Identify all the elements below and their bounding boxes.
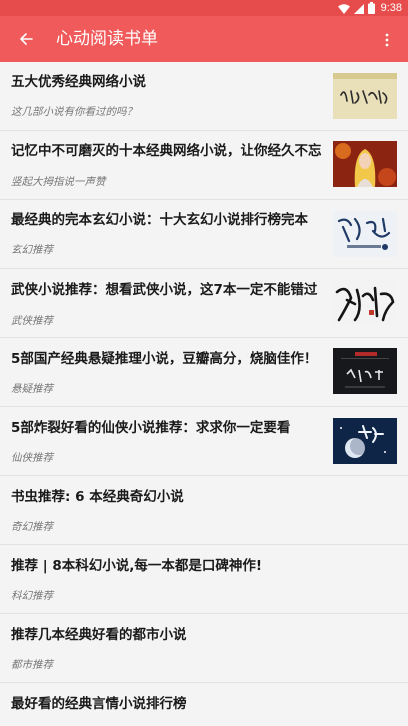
list-item[interactable]: 书虫推荐: 6 本经典奇幻小说 奇幻推荐 xyxy=(0,476,408,545)
list-item[interactable]: 五大优秀经典网络小说 这几部小说有你看过的吗？ xyxy=(0,62,408,131)
list-item[interactable]: 最好看的经典言情小说排行榜 xyxy=(0,683,408,726)
xianxia-moon-cover-image xyxy=(333,418,397,464)
more-options-button[interactable] xyxy=(382,29,392,51)
list-item-title: 最好看的经典言情小说排行榜 xyxy=(11,696,187,712)
list-item-subtitle: 竖起大拇指说一声赞 xyxy=(11,176,106,188)
status-bar: 9:38 xyxy=(0,0,408,16)
battery-icon xyxy=(367,0,375,18)
list-item[interactable]: 5部国产经典悬疑推理小说，豆瓣高分，烧脑佳作！ 悬疑推荐 xyxy=(0,338,408,407)
list-item[interactable]: 推荐几本经典好看的都市小说 都市推荐 xyxy=(0,614,408,683)
list-item-title: 记忆中不可磨灭的十本经典网络小说，让你经久不忘 xyxy=(11,143,322,159)
dark-mystery-cover-image xyxy=(333,348,397,394)
xiao-ao-jiang-hu-calligraphy-image xyxy=(333,280,397,326)
list-item-subtitle: 奇幻推荐 xyxy=(11,521,53,533)
list-item-title: 5部国产经典悬疑推理小说，豆瓣高分，烧脑佳作！ xyxy=(11,351,318,367)
more-vertical-icon xyxy=(385,33,389,47)
golden-haired-character-image xyxy=(333,141,397,187)
list-item-title: 推荐几本经典好看的都市小说 xyxy=(11,627,187,643)
doupo-cangqiong-cover-image xyxy=(333,211,397,257)
list-item[interactable]: 推荐 | 8本科幻小说,每一本都是口碑神作! 科幻推荐 xyxy=(0,545,408,614)
status-icons: 9:38 xyxy=(337,0,402,18)
wifi-icon xyxy=(337,0,350,18)
list-item-subtitle: 悬疑推荐 xyxy=(11,383,53,395)
list-item[interactable]: 记忆中不可磨灭的十本经典网络小说，让你经久不忘 竖起大拇指说一声赞 xyxy=(0,131,408,200)
back-button[interactable] xyxy=(14,27,38,51)
list-item-subtitle: 玄幻推荐 xyxy=(11,244,53,256)
status-time: 9:38 xyxy=(380,2,402,14)
list-item-title: 最经典的完本玄幻小说：十大玄幻小说排行榜完本 xyxy=(11,212,308,228)
list-item-subtitle: 仙侠推荐 xyxy=(11,452,53,464)
list-item[interactable]: 5部炸裂好看的仙侠小说推荐：求求你一定要看 仙侠推荐 xyxy=(0,407,408,476)
list-item-title: 武侠小说推荐：想看武侠小说，这7本一定不能错过 xyxy=(11,282,318,298)
list-item[interactable]: 武侠小说推荐：想看武侠小说，这7本一定不能错过 武侠推荐 xyxy=(0,269,408,338)
list-item[interactable]: 最经典的完本玄幻小说：十大玄幻小说排行榜完本 玄幻推荐 xyxy=(0,200,408,269)
list-item-title: 书虫推荐: 6 本经典奇幻小说 xyxy=(11,489,184,505)
page-title: 心动阅读书单 xyxy=(56,29,158,49)
list-item-title: 推荐 | 8本科幻小说,每一本都是口碑神作! xyxy=(11,558,263,574)
arrow-left-icon xyxy=(20,33,33,45)
list-item-subtitle: 这几部小说有你看过的吗？ xyxy=(11,106,137,118)
list-item-title: 五大优秀经典网络小说 xyxy=(11,74,146,90)
signal-icon xyxy=(353,0,364,18)
list-item-subtitle: 科幻推荐 xyxy=(11,590,53,602)
list-item-title: 5部炸裂好看的仙侠小说推荐：求求你一定要看 xyxy=(11,420,291,436)
app-bar: 心动阅读书单 xyxy=(0,16,408,62)
list-item-subtitle: 武侠推荐 xyxy=(11,315,53,327)
calligraphy-scroll-image xyxy=(333,73,397,119)
list-item-subtitle: 都市推荐 xyxy=(11,659,53,671)
